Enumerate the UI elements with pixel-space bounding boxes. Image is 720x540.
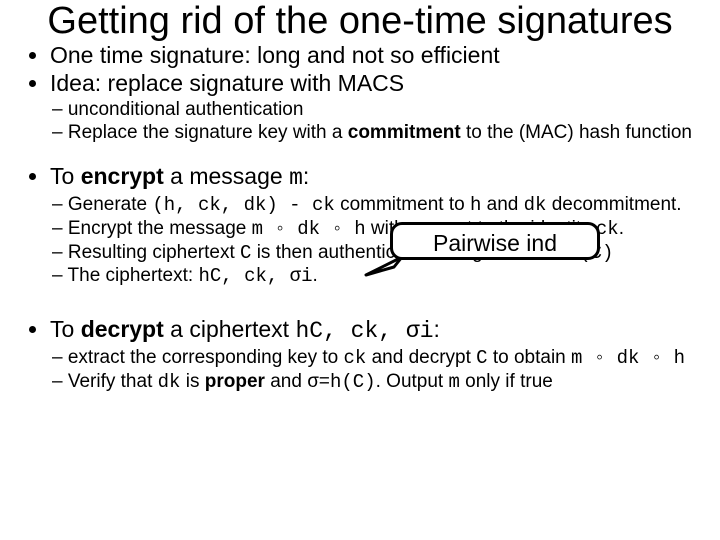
bullet-idea-macs: Idea: replace signature with MACS bbox=[50, 70, 698, 96]
sub-replace-commitment: Replace the signature key with a commitm… bbox=[52, 122, 698, 144]
sub-generate: Generate (h, ck, dk) - ck commitment to … bbox=[52, 194, 698, 217]
sub-bullets-decrypt: extract the corresponding key to ck and … bbox=[22, 347, 698, 394]
slide: Getting rid of the one-time signatures O… bbox=[0, 2, 720, 540]
top-bullets: One time signature: long and not so effi… bbox=[22, 42, 698, 97]
decrypt-bullet: To decrypt a ciphertext hC, ck, σi: bbox=[22, 316, 698, 344]
sub-verify: Verify that dk is proper and σ=h(C). Out… bbox=[52, 371, 698, 394]
callout-tail-icon bbox=[364, 257, 404, 279]
encrypt-bullet: To encrypt a message m: bbox=[22, 163, 698, 191]
bullet-decrypt: To decrypt a ciphertext hC, ck, σi: bbox=[50, 316, 698, 344]
bullet-one-time-sig: One time signature: long and not so effi… bbox=[50, 42, 698, 68]
sub-bullets-idea: unconditional authentication Replace the… bbox=[22, 99, 698, 144]
sub-extract-key: extract the corresponding key to ck and … bbox=[52, 347, 698, 370]
callout-pairwise-ind: Pairwise ind bbox=[390, 222, 600, 260]
sub-encrypt-msg: Encrypt the message m ◦ dk ◦ h with resp… bbox=[52, 218, 698, 241]
bullet-encrypt: To encrypt a message m: bbox=[50, 163, 698, 191]
slide-title: Getting rid of the one-time signatures bbox=[22, 2, 698, 42]
sub-unconditional: unconditional authentication bbox=[52, 99, 698, 121]
